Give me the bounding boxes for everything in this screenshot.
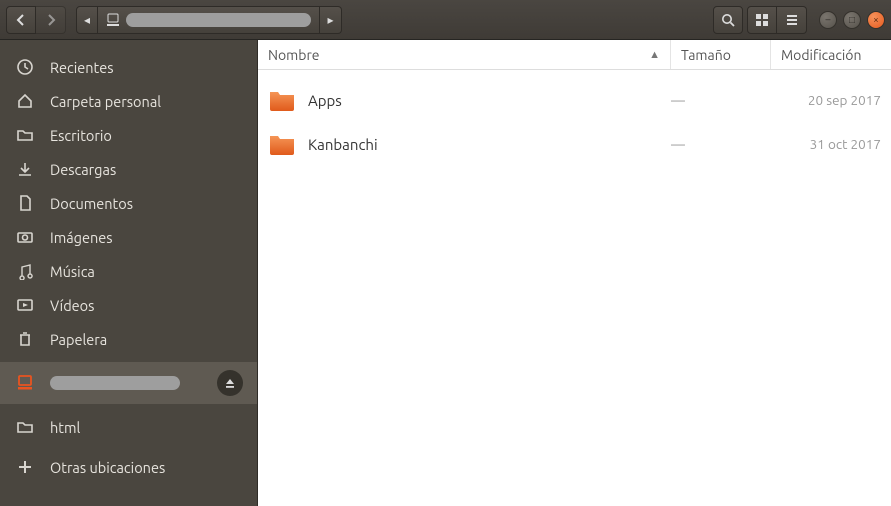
- column-headers: Nombre ▲ Tamaño Modificación: [258, 40, 891, 70]
- maximize-button[interactable]: □: [843, 11, 861, 29]
- folder-icon: [14, 126, 36, 144]
- path-previous-button[interactable]: ◂: [76, 6, 98, 34]
- grid-view-button[interactable]: [747, 6, 777, 34]
- column-header-label: Modificación: [781, 47, 861, 63]
- file-size: —: [661, 136, 761, 152]
- sidebar-item-label: Imágenes: [50, 229, 113, 246]
- file-list: Apps — 20 sep 2017 Kanbanchi — 31 oct 20…: [258, 70, 891, 174]
- music-icon: [14, 262, 36, 280]
- eject-icon: [224, 377, 236, 389]
- path-label-redacted: [126, 13, 311, 27]
- window-controls: – □ ×: [819, 11, 885, 29]
- folder-icon: [268, 88, 296, 112]
- sidebar-item-label: Descargas: [50, 161, 116, 178]
- path-current-location[interactable]: [98, 6, 320, 34]
- column-header-label: Tamaño: [681, 47, 731, 63]
- device-icon: [14, 374, 36, 392]
- chevron-right-icon: [46, 14, 56, 26]
- file-name: Kanbanchi: [308, 136, 661, 153]
- download-icon: [14, 160, 36, 178]
- sidebar-item-label: Música: [50, 263, 95, 280]
- sort-ascending-icon: ▲: [649, 49, 660, 61]
- device-icon: [106, 13, 120, 27]
- close-button[interactable]: ×: [867, 11, 885, 29]
- sidebar-item-label: html: [50, 419, 80, 436]
- sidebar: Recientes Carpeta personal Escritorio De…: [0, 40, 258, 506]
- plus-icon: [14, 458, 36, 476]
- sidebar-item-label: Otras ubicaciones: [50, 459, 165, 476]
- home-icon: [14, 92, 36, 110]
- sidebar-item-label: Documentos: [50, 195, 133, 212]
- grid-icon: [755, 13, 769, 27]
- sidebar-item-mounted-drive[interactable]: [0, 362, 257, 404]
- forward-button[interactable]: [36, 6, 66, 34]
- sidebar-bookmark-html[interactable]: html: [0, 410, 257, 444]
- video-icon: [14, 296, 36, 314]
- menu-button[interactable]: [777, 6, 807, 34]
- path-next-button[interactable]: ▸: [320, 6, 342, 34]
- sidebar-item-desktop[interactable]: Escritorio: [0, 118, 257, 152]
- column-header-label: Nombre: [268, 47, 319, 63]
- column-header-size[interactable]: Tamaño: [671, 40, 771, 69]
- hamburger-icon: [785, 13, 799, 27]
- sidebar-item-pictures[interactable]: Imágenes: [0, 220, 257, 254]
- camera-icon: [14, 228, 36, 246]
- file-modified: 20 sep 2017: [761, 92, 881, 108]
- sidebar-item-videos[interactable]: Vídeos: [0, 288, 257, 322]
- toolbar: ◂ ▸ – □ ×: [0, 0, 891, 40]
- search-icon: [721, 13, 735, 27]
- folder-icon: [268, 132, 296, 156]
- sidebar-item-label: Escritorio: [50, 127, 112, 144]
- clock-icon: [14, 58, 36, 76]
- file-row[interactable]: Kanbanchi — 31 oct 2017: [258, 122, 891, 166]
- eject-button[interactable]: [217, 370, 243, 396]
- sidebar-item-trash[interactable]: Papelera: [0, 322, 257, 356]
- column-header-modified[interactable]: Modificación: [771, 40, 891, 69]
- sidebar-item-home[interactable]: Carpeta personal: [0, 84, 257, 118]
- sidebar-item-label: Recientes: [50, 59, 114, 76]
- sidebar-item-label: Vídeos: [50, 297, 94, 314]
- sidebar-item-music[interactable]: Música: [0, 254, 257, 288]
- nav-group: [6, 6, 66, 34]
- folder-icon: [14, 418, 36, 436]
- back-button[interactable]: [6, 6, 36, 34]
- file-name: Apps: [308, 92, 661, 109]
- trash-icon: [14, 330, 36, 348]
- sidebar-item-label: Carpeta personal: [50, 93, 161, 110]
- sidebar-item-documents[interactable]: Documentos: [0, 186, 257, 220]
- pathbar: ◂ ▸: [76, 6, 342, 34]
- mount-label-redacted: [50, 376, 180, 390]
- sidebar-item-recent[interactable]: Recientes: [0, 50, 257, 84]
- file-modified: 31 oct 2017: [761, 136, 881, 152]
- file-row[interactable]: Apps — 20 sep 2017: [258, 78, 891, 122]
- sidebar-other-locations[interactable]: Otras ubicaciones: [0, 450, 257, 484]
- search-button[interactable]: [713, 6, 743, 34]
- document-icon: [14, 194, 36, 212]
- file-size: —: [661, 92, 761, 108]
- view-group: [747, 6, 807, 34]
- sidebar-item-downloads[interactable]: Descargas: [0, 152, 257, 186]
- chevron-left-icon: [16, 14, 26, 26]
- content-pane: Nombre ▲ Tamaño Modificación Apps — 20 s…: [258, 40, 891, 506]
- sidebar-item-label: Papelera: [50, 331, 107, 348]
- column-header-name[interactable]: Nombre ▲: [258, 40, 671, 69]
- minimize-button[interactable]: –: [819, 11, 837, 29]
